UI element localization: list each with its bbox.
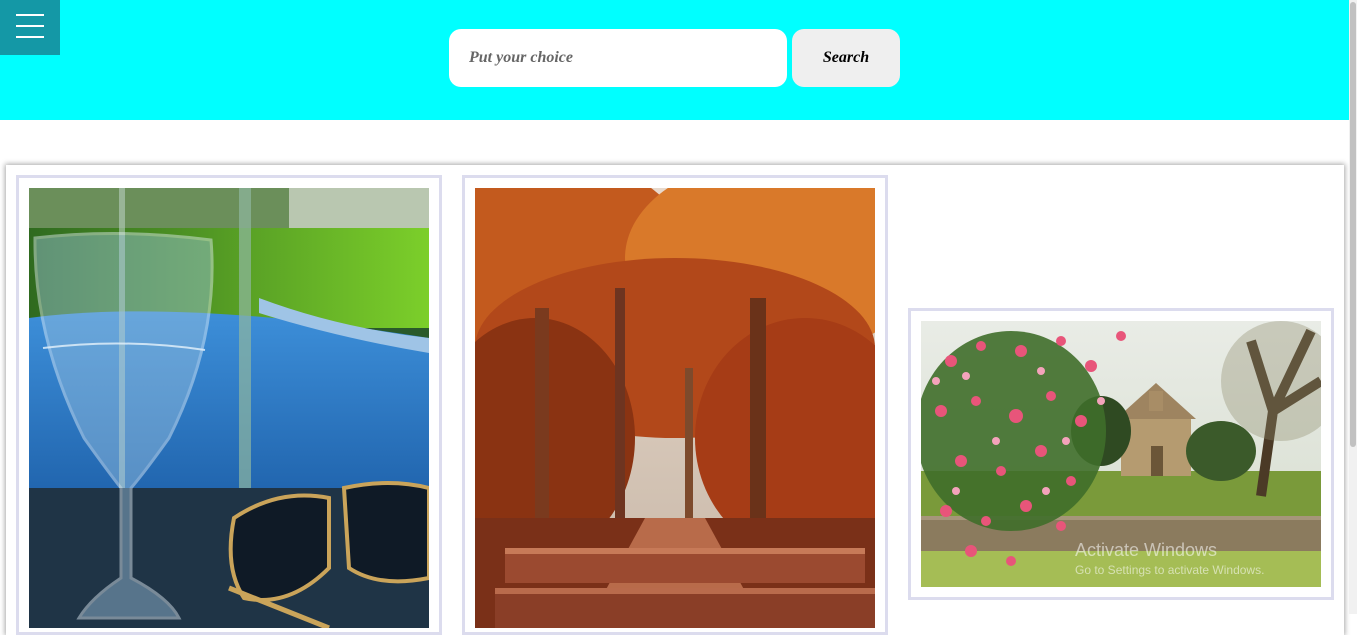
search-input[interactable] xyxy=(449,29,787,87)
vertical-scrollbar[interactable] xyxy=(1349,0,1357,614)
watermark-subtitle: Go to Settings to activate Windows. xyxy=(1075,563,1265,577)
top-header: Search xyxy=(0,0,1349,120)
gallery-card-pool[interactable] xyxy=(16,175,442,635)
hamburger-menu-button[interactable] xyxy=(0,0,60,55)
hamburger-menu-icon-bar xyxy=(16,25,44,27)
watermark-title: Activate Windows xyxy=(1075,540,1218,560)
gallery-card-autumn[interactable] xyxy=(462,175,888,635)
activate-windows-watermark: Activate Windows Go to Settings to activ… xyxy=(1075,540,1264,577)
pool-glass-photo xyxy=(29,188,429,628)
autumn-path-photo xyxy=(475,188,875,628)
hamburger-menu-icon-bar xyxy=(16,36,44,38)
search-button[interactable]: Search xyxy=(792,29,900,87)
scrollbar-thumb[interactable] xyxy=(1350,2,1356,447)
hamburger-menu-icon xyxy=(16,14,44,16)
